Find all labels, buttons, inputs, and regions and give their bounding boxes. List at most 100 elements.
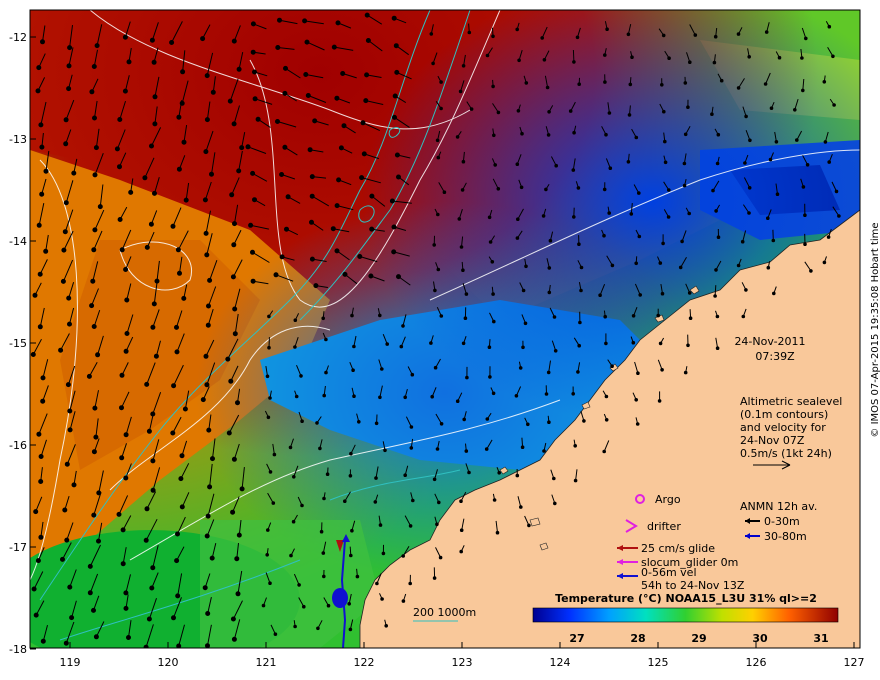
velocity-arrow-head — [114, 146, 120, 152]
velocity-arrow-head — [714, 209, 718, 213]
velocity-arrow-head — [38, 534, 44, 540]
velocity-arrow-head — [714, 268, 718, 272]
velocity-arrow-head — [577, 343, 582, 348]
velocity-arrow-head — [154, 278, 160, 284]
velocity-arrow-head — [230, 616, 236, 622]
velocity-arrow-head — [630, 55, 634, 60]
velocity-arrow-head — [411, 498, 415, 503]
velocity-arrow-head — [763, 82, 768, 86]
velocity-arrow-head — [380, 597, 384, 601]
velocity-arrow-head — [634, 398, 639, 402]
velocity-arrow-head — [523, 321, 528, 326]
velocity-arrow-head — [321, 551, 326, 555]
velocity-arrow-head — [350, 528, 354, 533]
anmn-title: ANMN 12h av. — [740, 500, 817, 513]
velocity-arrow-head — [175, 531, 180, 537]
velocity-arrow-head — [688, 316, 693, 321]
velocity-arrow-head — [324, 337, 328, 342]
velocity-arrow-head — [716, 235, 721, 239]
velocity-arrow-head — [378, 313, 382, 318]
velocity-arrow-head — [142, 175, 148, 181]
velocity-arrow-head — [171, 615, 176, 621]
velocity-arrow-head — [409, 425, 414, 429]
velocity-arrow-head — [123, 475, 129, 481]
velocity-arrow-head — [573, 478, 578, 483]
velocity-arrow-head — [572, 60, 576, 64]
velocity-arrow-head — [357, 420, 361, 424]
velocity-arrow-head — [748, 138, 752, 143]
velocity-arrow-head — [200, 36, 206, 42]
velocity-arrow-head — [439, 80, 443, 84]
velocity-arrow-head — [661, 33, 666, 38]
velocity-arrow-head — [437, 500, 441, 505]
velocity-arrow-head — [305, 93, 311, 98]
velocity-arrow-head — [352, 344, 356, 349]
velocity-arrow-head — [119, 372, 125, 378]
velocity-arrow-head — [627, 113, 632, 117]
velocity-arrow-head — [119, 455, 125, 461]
velocity-arrow-head — [124, 297, 130, 303]
velocity-arrow-head — [205, 643, 210, 648]
velocity-arrow-head — [316, 626, 320, 631]
velocity-arrow-head — [235, 591, 241, 597]
velocity-arrow-head — [604, 341, 608, 346]
velocity-arrow-head — [429, 32, 434, 36]
velocity-arrow-head — [553, 349, 558, 353]
velocity-arrow-head — [87, 563, 93, 569]
velocity-arrow-head — [89, 303, 95, 309]
depth-label: 200 1000m — [413, 606, 476, 619]
velocity-arrow-head — [485, 417, 490, 421]
velocity-arrow-head — [120, 527, 126, 533]
velocity-arrow-head — [171, 383, 177, 389]
velocity-arrow-head — [435, 522, 439, 527]
velocity-arrow-head — [150, 487, 156, 493]
velocity-arrow-head — [226, 430, 232, 436]
velocity-arrow-head — [268, 581, 272, 586]
velocity-arrow-head — [577, 242, 581, 246]
colorbar-tick-label: 31 — [813, 632, 828, 645]
velocity-arrow-head — [119, 247, 125, 253]
velocity-arrow-head — [234, 556, 240, 562]
velocity-arrow-head — [598, 293, 602, 298]
velocity-arrow-head — [279, 254, 285, 260]
velocity-arrow-head — [299, 374, 303, 378]
velocity-arrow-head — [822, 260, 827, 265]
velocity-arrow-head — [335, 20, 341, 26]
velocity-arrow-head — [204, 533, 210, 539]
velocity-arrow-head — [602, 233, 606, 238]
velocity-arrow-head — [548, 238, 553, 243]
velocity-arrow-head — [552, 315, 557, 319]
velocity-arrow-head — [67, 321, 72, 327]
velocity-arrow-head — [795, 138, 799, 142]
velocity-arrow-head — [39, 191, 45, 197]
velocity-arrow-head — [207, 277, 213, 283]
velocity-arrow-head — [63, 200, 69, 206]
sst-field — [30, 10, 860, 648]
velocity-arrow-head — [175, 247, 181, 253]
velocity-arrow-head — [682, 183, 687, 188]
velocity-arrow-head — [516, 217, 520, 221]
velocity-arrow-head — [363, 98, 369, 104]
velocity-arrow-head — [430, 394, 435, 399]
velocity-arrow-head — [322, 496, 326, 501]
velocity-arrow-head — [568, 109, 573, 113]
velocity-arrow-head — [801, 185, 806, 189]
velocity-arrow-head — [571, 392, 576, 396]
velocity-arrow-head — [401, 324, 405, 328]
velocity-arrow-head — [174, 349, 180, 355]
velocity-arrow-head — [631, 340, 636, 345]
velocity-arrow-head — [711, 188, 715, 193]
velocity-arrow-head — [832, 103, 836, 107]
velocity-arrow-head — [429, 341, 433, 345]
velocity-arrow-head — [608, 166, 613, 170]
velocity-arrow-head — [205, 322, 211, 328]
velocity-arrow-head — [435, 447, 440, 451]
velocity-arrow-head — [341, 123, 347, 129]
velocity-arrow-head — [352, 394, 356, 399]
velocity-arrow-head — [239, 486, 245, 492]
velocity-arrow-head — [496, 187, 501, 191]
velocity-arrow-head — [626, 32, 631, 37]
velocity-arrow-head — [827, 24, 832, 29]
velocity-arrow-head — [793, 108, 797, 112]
velocity-arrow-head — [146, 616, 152, 622]
